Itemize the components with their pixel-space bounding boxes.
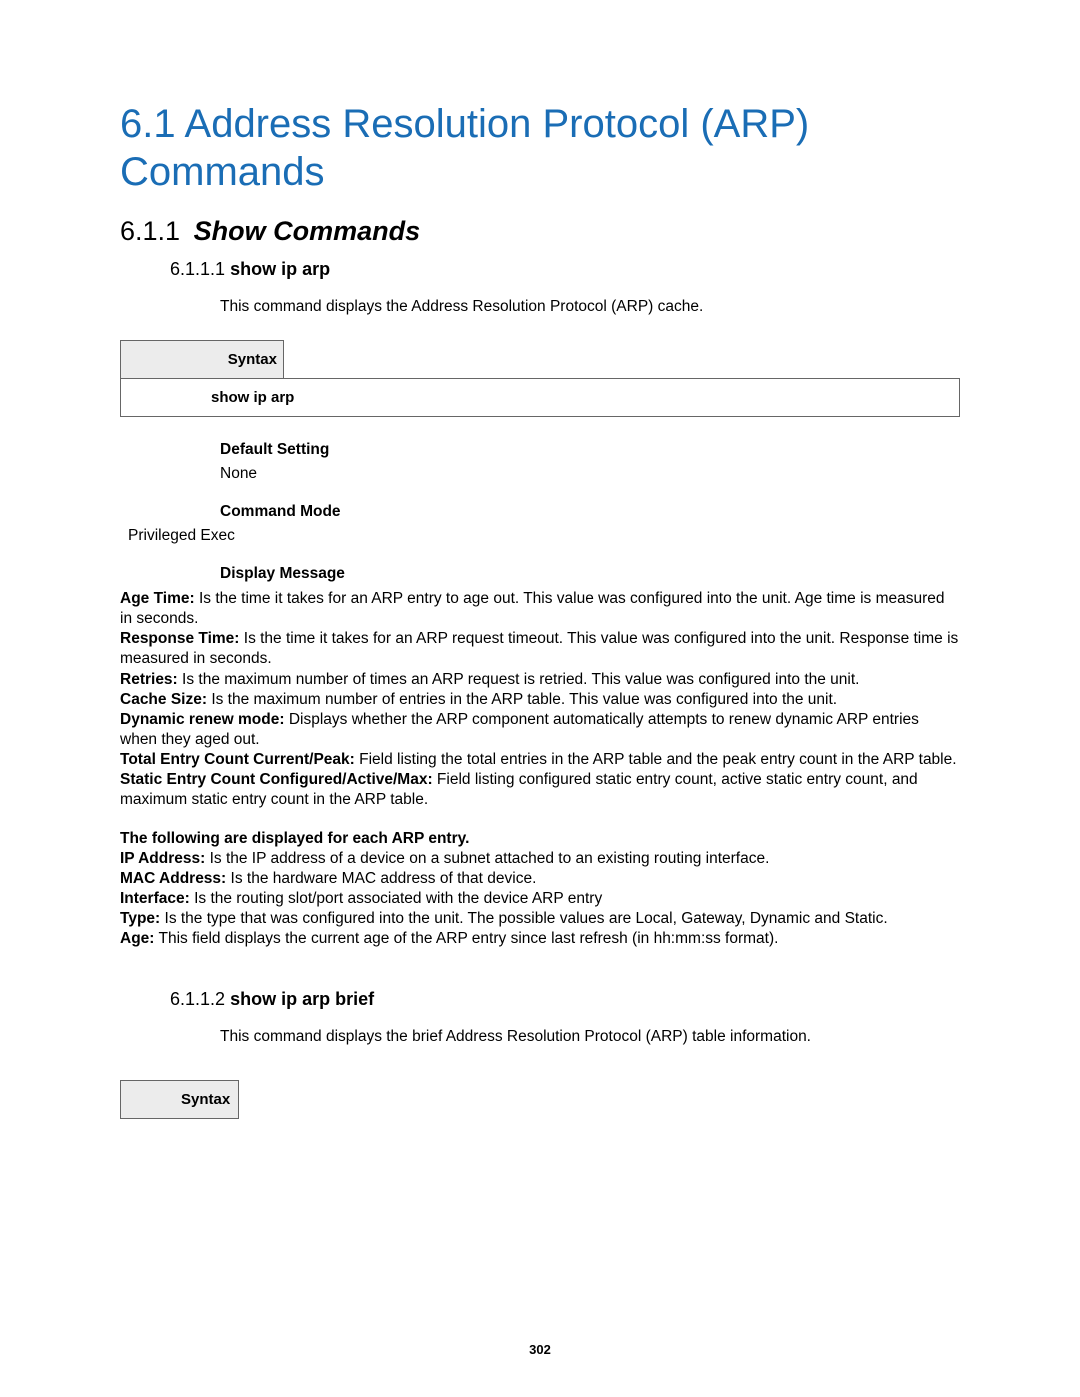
heading-3-number: 6.1.1.2 (170, 989, 225, 1009)
description-line: MAC Address: Is the hardware MAC address… (120, 869, 960, 889)
description-key: Retries: (120, 671, 178, 688)
description-key: Response Time: (120, 630, 239, 647)
each-entry-block: The following are displayed for each ARP… (120, 829, 960, 950)
description-line: Cache Size: Is the maximum number of ent… (120, 690, 960, 710)
each-entry-items: IP Address: Is the IP address of a devic… (120, 849, 960, 950)
heading-3-show-ip-arp: 6.1.1.1 show ip arp (170, 259, 960, 280)
heading-3-title: show ip arp (230, 259, 330, 279)
heading-2-number: 6.1.1 (120, 216, 180, 246)
description-value: Is the IP address of a device on a subne… (205, 850, 769, 867)
heading-2: 6.1.1 Show Commands (120, 216, 960, 247)
description-value: Is the maximum number of entries in the … (207, 691, 837, 708)
description-key: Static Entry Count Configured/Active/Max… (120, 771, 433, 788)
heading-1: 6.1 Address Resolution Protocol (ARP) Co… (120, 100, 960, 196)
heading-3-show-ip-arp-brief: 6.1.1.2 show ip arp brief (170, 989, 960, 1010)
description-line: Total Entry Count Current/Peak: Field li… (120, 750, 960, 770)
command-mode-value: Privileged Exec (128, 527, 960, 545)
description-value: Is the type that was configured into the… (160, 910, 887, 927)
syntax-label-only: Syntax (120, 1080, 239, 1119)
heading-3-title: show ip arp brief (230, 989, 374, 1009)
display-message-label: Display Message (220, 565, 960, 583)
description-value: Is the time it takes for an ARP entry to… (120, 590, 945, 627)
description-key: IP Address: (120, 850, 205, 867)
heading-3-number: 6.1.1.1 (170, 259, 225, 279)
display-message-items: Age Time: Is the time it takes for an AR… (120, 589, 960, 811)
description-value: This field displays the current age of t… (154, 930, 778, 947)
description-key: Total Entry Count Current/Peak: (120, 751, 355, 768)
description-value: Is the time it takes for an ARP request … (120, 630, 958, 667)
each-entry-label: The following are displayed for each ARP… (120, 830, 469, 847)
description-key: Interface: (120, 890, 190, 907)
command-mode-label: Command Mode (220, 503, 960, 521)
description-line: Response Time: Is the time it takes for … (120, 629, 960, 669)
description-line: Dynamic renew mode: Displays whether the… (120, 710, 960, 750)
description-key: Type: (120, 910, 160, 927)
description-value: Is the hardware MAC address of that devi… (226, 870, 536, 887)
intro-text-2: This command displays the brief Address … (220, 1028, 960, 1046)
syntax-table: Syntax show ip arp (120, 340, 960, 417)
description-line: Age Time: Is the time it takes for an AR… (120, 589, 960, 629)
description-key: Age: (120, 930, 154, 947)
syntax-header-cell: Syntax (121, 341, 284, 379)
syntax-empty-cell (284, 341, 960, 379)
description-line: IP Address: Is the IP address of a devic… (120, 849, 960, 869)
page-number: 302 (0, 1342, 1080, 1357)
description-line: Retries: Is the maximum number of times … (120, 670, 960, 690)
description-key: Cache Size: (120, 691, 207, 708)
section-show-ip-arp-brief: 6.1.1.2 show ip arp brief This command d… (120, 989, 960, 1119)
default-setting-label: Default Setting (220, 441, 960, 459)
description-key: MAC Address: (120, 870, 226, 887)
description-key: Dynamic renew mode: (120, 711, 285, 728)
intro-text: This command displays the Address Resolu… (220, 298, 960, 316)
description-line: Type: Is the type that was configured in… (120, 909, 960, 929)
syntax-body-cell: show ip arp (121, 379, 960, 417)
description-value: Field listing the total entries in the A… (355, 751, 957, 768)
description-value: Is the maximum number of times an ARP re… (178, 671, 860, 688)
description-value: Is the routing slot/port associated with… (190, 890, 602, 907)
document-page: 6.1 Address Resolution Protocol (ARP) Co… (0, 0, 1080, 1397)
default-setting-value: None (220, 465, 960, 483)
description-line: Static Entry Count Configured/Active/Max… (120, 770, 960, 810)
heading-2-title: Show Commands (194, 216, 421, 246)
description-line: Interface: Is the routing slot/port asso… (120, 889, 960, 909)
description-key: Age Time: (120, 590, 195, 607)
description-line: Age: This field displays the current age… (120, 929, 960, 949)
